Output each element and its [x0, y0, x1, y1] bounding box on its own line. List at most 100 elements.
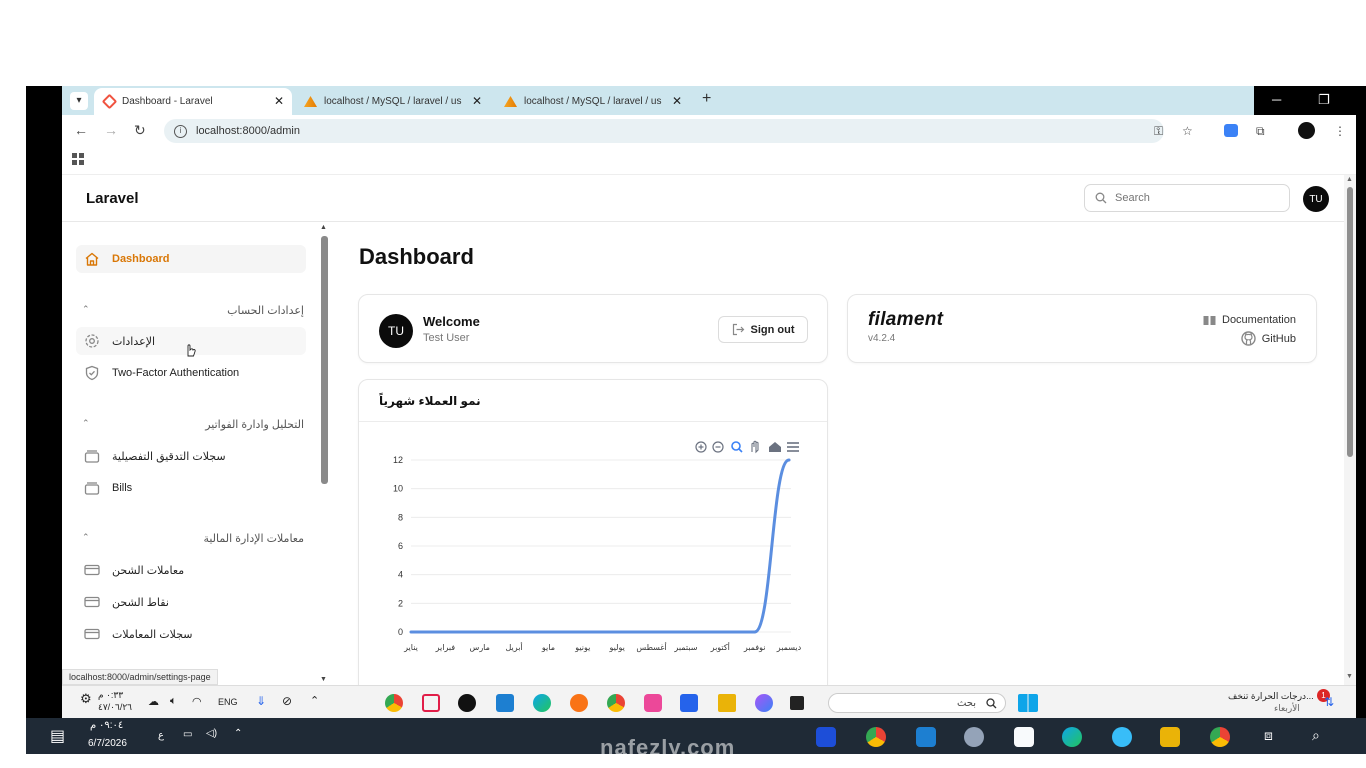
watermark-text: nafezly.com	[600, 735, 736, 760]
sidebar-group-finance[interactable]: ⌃ معاملات الإدارة المالية	[82, 532, 304, 545]
extension-fi-icon[interactable]	[1224, 124, 1238, 137]
app-icon[interactable]	[644, 694, 662, 712]
tab-dashboard[interactable]: Dashboard - Laravel ✕	[94, 88, 292, 115]
menu-dots-icon[interactable]: ⋮	[1334, 124, 1346, 138]
sidebar-item-charge-points[interactable]: نقاط الشحن	[76, 588, 306, 616]
teams-icon[interactable]	[680, 694, 698, 712]
zoom-out-icon[interactable]	[712, 441, 724, 453]
profile-icon[interactable]	[1298, 122, 1315, 139]
download-icon[interactable]: ⇓	[256, 694, 266, 708]
sync-off-icon[interactable]: ⊘	[282, 694, 292, 708]
network-icon[interactable]: ☁	[148, 695, 159, 708]
notification-icon[interactable]: ⚙	[80, 691, 92, 707]
site-info-icon[interactable]: i	[174, 124, 187, 138]
terminal-icon[interactable]	[790, 696, 804, 710]
password-key-icon[interactable]: ⚿	[1154, 124, 1163, 139]
file-explorer-icon[interactable]	[1160, 727, 1180, 747]
copilot-icon[interactable]	[755, 694, 773, 712]
vscode-icon[interactable]	[916, 727, 936, 747]
page-scrollbar[interactable]: ▲ ▼	[1344, 175, 1356, 685]
y-axis-ticks: 0 2 4 6 8 10 12	[393, 455, 403, 637]
scroll-up-icon[interactable]: ▲	[320, 224, 327, 231]
sidebar-scrollbar[interactable]: ▲ ▼	[320, 224, 329, 683]
scrollbar-thumb[interactable]	[1347, 187, 1353, 457]
documentation-link[interactable]: Documentation	[1203, 314, 1296, 326]
apps-grid-icon[interactable]	[72, 153, 84, 165]
postman-icon[interactable]	[570, 694, 588, 712]
edge-icon[interactable]	[533, 694, 551, 712]
sidebar-item-dashboard[interactable]: Dashboard	[76, 245, 306, 273]
sidebar-item-audit-logs[interactable]: سجلات التدقيق التفصيلية	[76, 442, 306, 470]
link-status-bar: localhost:8000/admin/settings-page	[62, 669, 218, 685]
volume-icon[interactable]: ◁)	[206, 728, 217, 739]
forward-icon[interactable]: →	[104, 122, 118, 138]
menu-icon[interactable]	[787, 442, 799, 452]
telegram-icon[interactable]	[1112, 727, 1132, 747]
github-link[interactable]: GitHub	[1241, 331, 1296, 346]
chrome-icon[interactable]	[1210, 727, 1230, 747]
close-icon[interactable]: ✕	[672, 94, 682, 108]
magnifier-icon[interactable]	[731, 441, 743, 453]
adobe-icon[interactable]	[1014, 727, 1034, 747]
sign-out-button[interactable]: Sign out	[718, 316, 808, 343]
minimize-icon[interactable]: ─	[1272, 92, 1281, 107]
puzzle-icon[interactable]: ⧉	[1256, 124, 1265, 139]
zoom-in-icon[interactable]	[695, 441, 707, 453]
github-desktop-icon[interactable]	[458, 694, 476, 712]
weather-icon[interactable]: ⇅	[1324, 695, 1334, 709]
scroll-down-icon[interactable]: ▼	[320, 676, 327, 683]
sidebar-item-bills[interactable]: Bills	[76, 474, 306, 502]
chevron-up-icon[interactable]: ⌃	[310, 694, 319, 707]
sidebar-scrollbar-thumb[interactable]	[321, 236, 328, 484]
user-avatar[interactable]: TU	[1303, 186, 1329, 212]
new-tab-button[interactable]: +	[702, 90, 711, 108]
scroll-up-icon[interactable]: ▲	[1346, 176, 1353, 183]
y-tick-label: 2	[398, 598, 403, 608]
file-explorer-icon[interactable]	[718, 694, 736, 712]
sidebar-group-account[interactable]: ⌃ إعدادات الحساب	[82, 304, 304, 317]
x-tick-label: مايو	[541, 643, 555, 652]
sidebar-item-transaction-logs[interactable]: سجلات المعاملات	[76, 620, 306, 648]
sidebar-group-analytics[interactable]: ⌃ التحليل وادارة الفواتير	[82, 418, 304, 431]
weather-text[interactable]: درجات الحرارة تنخف...	[1228, 691, 1314, 702]
scroll-down-icon[interactable]: ▼	[1346, 673, 1353, 680]
edge-icon[interactable]	[1062, 727, 1082, 747]
paint-icon[interactable]	[964, 727, 984, 747]
search-icon[interactable]: ⌕	[1312, 727, 1320, 744]
chrome-icon[interactable]	[385, 694, 403, 712]
brand-logo[interactable]: Laravel	[86, 190, 139, 207]
video-app-icon[interactable]	[816, 727, 836, 747]
sidebar-item-charge-transactions[interactable]: معاملات الشحن	[76, 556, 306, 584]
taskbar-search[interactable]: بحث	[828, 693, 1006, 713]
close-icon[interactable]: ✕	[274, 94, 284, 108]
back-icon[interactable]: ←	[74, 122, 88, 138]
language-indicator[interactable]: ع	[158, 730, 164, 741]
close-icon[interactable]: ✕	[472, 94, 482, 108]
pan-hand-icon[interactable]	[751, 440, 759, 454]
reload-icon[interactable]: ↻	[134, 122, 146, 139]
maximize-icon[interactable]: ❐	[1318, 92, 1330, 108]
chevron-up-icon[interactable]: ⌃	[234, 728, 242, 739]
windows-start-icon[interactable]	[1018, 694, 1038, 712]
chevron-up-icon: ⌃	[82, 418, 90, 428]
home-icon[interactable]	[769, 442, 781, 452]
wifi-icon[interactable]: ◠	[192, 695, 202, 708]
vscode-icon[interactable]	[496, 694, 514, 712]
address-bar[interactable]: i localhost:8000/admin	[164, 119, 1164, 143]
tab-phpmyadmin-1[interactable]: localhost / MySQL / laravel / us ✕	[294, 88, 490, 115]
main-content: Dashboard TU Welcome Test User Sign out …	[332, 222, 1344, 685]
tools-icon[interactable]	[422, 694, 440, 712]
notification-center-icon[interactable]: ▤	[50, 726, 65, 746]
chrome-icon[interactable]	[866, 727, 886, 747]
battery-icon[interactable]: ▭	[183, 729, 192, 740]
tab-search-dropdown[interactable]: ▾	[70, 92, 88, 110]
search-input[interactable]	[1115, 192, 1265, 204]
sidebar-item-two-factor[interactable]: Two-Factor Authentication	[76, 359, 306, 387]
volume-icon[interactable]: 🔈︎	[170, 695, 177, 708]
task-view-icon[interactable]: ⧈	[1264, 727, 1273, 744]
tab-phpmyadmin-2[interactable]: localhost / MySQL / laravel / us ✕	[494, 88, 690, 115]
global-search[interactable]	[1084, 184, 1290, 212]
chrome-canary-icon[interactable]	[607, 694, 625, 712]
language-indicator[interactable]: ENG	[218, 697, 238, 707]
star-icon[interactable]: ☆	[1182, 124, 1193, 138]
